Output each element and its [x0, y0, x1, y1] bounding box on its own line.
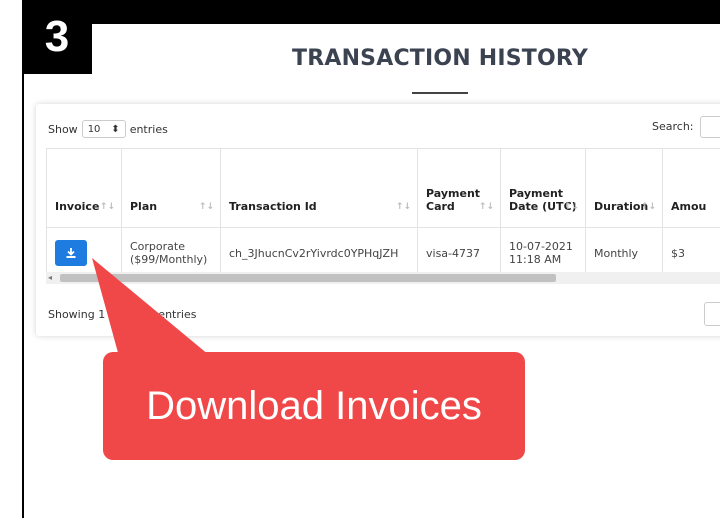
callout-download-invoices: Download Invoices [103, 352, 525, 460]
